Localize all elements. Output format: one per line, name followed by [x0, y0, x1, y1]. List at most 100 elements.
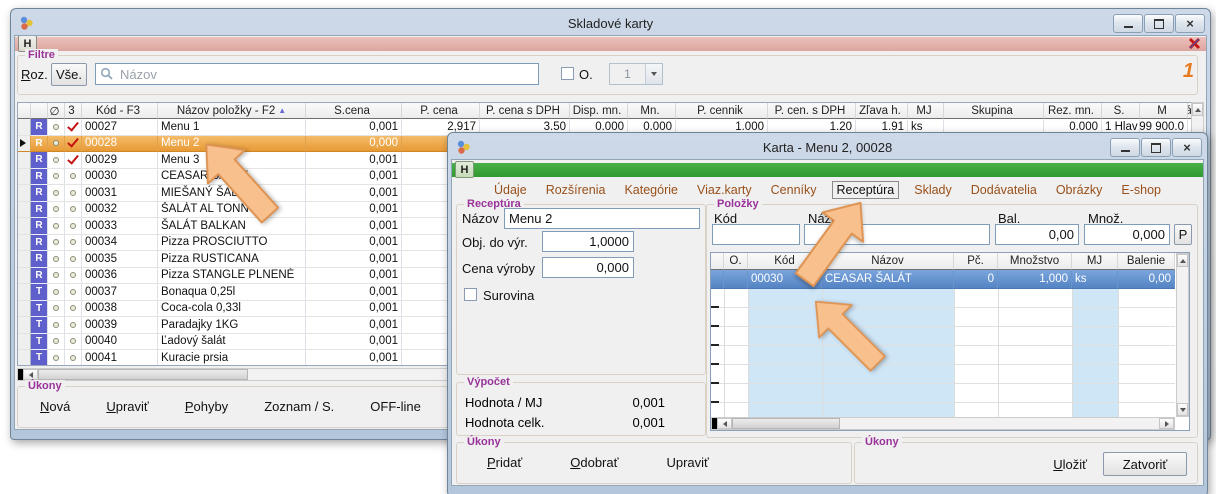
- page-selector-value: 1: [610, 64, 645, 84]
- scroll-thumb[interactable]: [38, 369, 248, 380]
- action-button[interactable]: Odobrať: [570, 455, 618, 470]
- nazov-input[interactable]: [504, 208, 700, 229]
- column-header[interactable]: P. cennik: [676, 103, 768, 119]
- tab[interactable]: Viaz.karty: [693, 182, 756, 198]
- cena-vyroby-input[interactable]: [542, 257, 634, 278]
- calc-row: Hodnota / MJ 0,001: [465, 393, 693, 413]
- scroll-left-icon[interactable]: [23, 369, 38, 380]
- tab[interactable]: Dodávatelia: [967, 182, 1041, 198]
- page-selector[interactable]: 1: [609, 63, 663, 85]
- column-header[interactable]: Kód - F3: [82, 103, 158, 119]
- card-window-titlebar[interactable]: Karta - Menu 2, 00028 ×: [451, 136, 1204, 159]
- scroll-down-icon[interactable]: [1177, 403, 1188, 416]
- cell-kod: 00038: [82, 301, 158, 318]
- action-button[interactable]: Upraviť: [666, 455, 708, 470]
- calc-value: 0,001: [632, 413, 665, 433]
- items-mnoz-input[interactable]: [1084, 224, 1170, 245]
- attachment-dot: [48, 350, 65, 366]
- stock-window-titlebar[interactable]: Skladové karty ×: [14, 12, 1207, 35]
- roz-link[interactable]: Roz.: [21, 67, 48, 82]
- items-vscrollbar[interactable]: [1176, 253, 1189, 417]
- column-header[interactable]: Pč.: [954, 253, 998, 270]
- vse-button[interactable]: Vše.: [51, 63, 87, 86]
- close-button[interactable]: ×: [1175, 14, 1205, 33]
- column-header[interactable]: [711, 253, 724, 270]
- scroll-thumb[interactable]: [732, 418, 840, 429]
- items-bal-input[interactable]: [995, 224, 1079, 245]
- row-pointer: [711, 270, 724, 289]
- column-header[interactable]: Zľava h.: [856, 103, 908, 119]
- column-header[interactable]: Skupina: [944, 103, 1044, 119]
- column-header[interactable]: O.: [724, 253, 748, 270]
- column-header[interactable]: S.: [1102, 103, 1140, 119]
- h-button[interactable]: H: [455, 161, 474, 178]
- cell-nazov: Ľadový šalát: [158, 334, 306, 351]
- action-button[interactable]: Upraviť: [106, 399, 148, 414]
- column-header[interactable]: P. cena: [402, 103, 480, 119]
- column-header[interactable]: Rez. mn.: [1044, 103, 1102, 119]
- action-button[interactable]: Pohyby: [185, 399, 228, 414]
- cell-o: [724, 270, 748, 289]
- column-header[interactable]: MJ: [1072, 253, 1118, 270]
- scroll-up-icon[interactable]: [1177, 254, 1188, 267]
- column-header[interactable]: P. cena s DPH: [480, 103, 570, 119]
- cell-kod: 00031: [82, 185, 158, 202]
- save-button[interactable]: Uložiť: [1053, 457, 1087, 472]
- cell-scena: 0,001: [306, 334, 402, 351]
- column-header[interactable]: Názov položky - F2▲: [158, 103, 306, 119]
- attachment-dot: [48, 284, 65, 301]
- column-header[interactable]: Balenie: [1118, 253, 1175, 270]
- p-button[interactable]: P: [1174, 224, 1192, 245]
- cell-nazov: Pizza RUSTICANA: [158, 251, 306, 268]
- scroll-up-icon[interactable]: [1192, 103, 1203, 116]
- minimize-button[interactable]: [1113, 14, 1143, 33]
- action-button[interactable]: Nová: [40, 399, 70, 414]
- flag-cell: [65, 169, 82, 186]
- items-kod-input[interactable]: [712, 224, 800, 245]
- column-header[interactable]: Mn.: [628, 103, 676, 119]
- search-input[interactable]: [95, 63, 539, 85]
- tab[interactable]: Údaje: [490, 182, 531, 198]
- row-pointer: [18, 185, 31, 202]
- column-header[interactable]: 3: [65, 103, 82, 119]
- action-button[interactable]: OFF-line: [370, 399, 421, 414]
- tab[interactable]: E-shop: [1117, 182, 1165, 198]
- close-button[interactable]: ×: [1172, 138, 1202, 157]
- scroll-left-icon[interactable]: [717, 418, 732, 429]
- column-header[interactable]: Množstvo: [998, 253, 1072, 270]
- search-box: [95, 63, 539, 85]
- column-header[interactable]: M: [1140, 103, 1188, 119]
- column-header[interactable]: MJ: [908, 103, 944, 119]
- column-header[interactable]: [18, 103, 31, 119]
- cell-kod: 00033: [82, 218, 158, 235]
- column-header[interactable]: Disp. mn.: [570, 103, 628, 119]
- restore-button[interactable]: [1144, 14, 1174, 33]
- restore-button[interactable]: [1141, 138, 1171, 157]
- tab[interactable]: Cenníky: [767, 182, 821, 198]
- tab[interactable]: Rozšírenia: [542, 182, 610, 198]
- column-header[interactable]: S.cena: [306, 103, 402, 119]
- action-button[interactable]: Zoznam / S.: [264, 399, 334, 414]
- column-header[interactable]: P. cen. s DPH: [768, 103, 856, 119]
- minimize-button[interactable]: [1110, 138, 1140, 157]
- item-actions-label: Úkony: [464, 436, 504, 449]
- type-badge: R: [31, 218, 48, 235]
- tab[interactable]: Kategórie: [620, 182, 682, 198]
- tab[interactable]: Obrázky: [1052, 182, 1107, 198]
- column-header[interactable]: [31, 103, 48, 119]
- items-hscrollbar[interactable]: [711, 417, 1175, 430]
- close-card-button[interactable]: Zatvoriť: [1103, 452, 1187, 476]
- column-header[interactable]: ∅: [48, 103, 65, 119]
- tab[interactable]: Sklady: [910, 182, 956, 198]
- scroll-right-icon[interactable]: [1159, 418, 1174, 429]
- obj-input[interactable]: [542, 231, 634, 252]
- cell-mnozstvo: 1,000: [998, 270, 1072, 289]
- cell-pc: 0: [954, 270, 998, 289]
- surovina-checkbox[interactable]: [464, 288, 477, 301]
- action-button[interactable]: Pridať: [487, 455, 522, 470]
- chevron-down-icon[interactable]: [645, 64, 662, 84]
- clear-filter-icon[interactable]: [1186, 35, 1202, 51]
- flag-cell: [65, 185, 82, 202]
- o-checkbox[interactable]: [561, 67, 574, 80]
- tab-bar: Údaje Rozšírenia Kategórie Viaz.karty Ce…: [452, 181, 1203, 199]
